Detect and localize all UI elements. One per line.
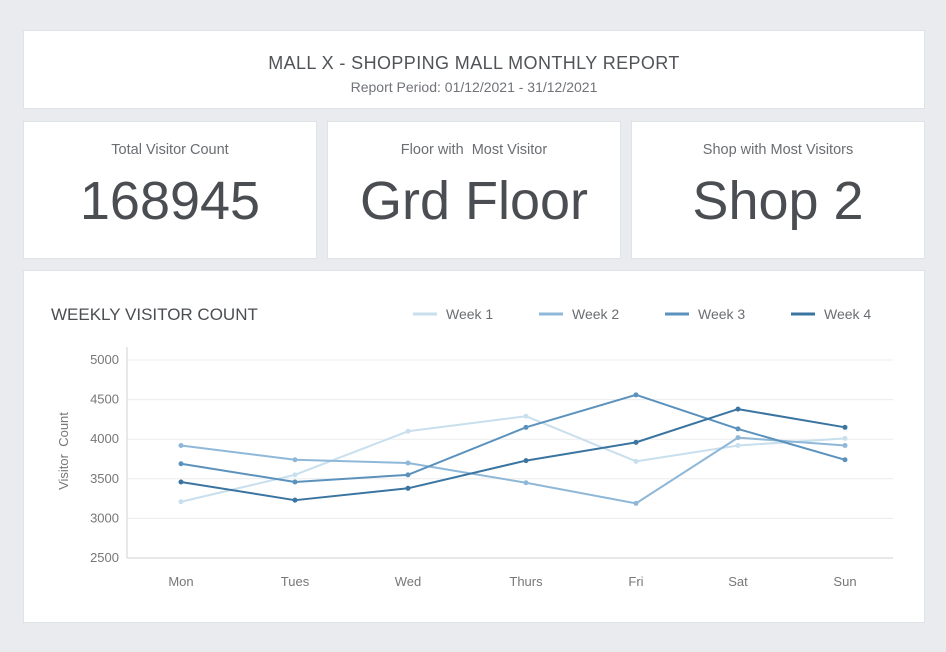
kpi-total-visitor-count: Total Visitor Count 168945 [23, 121, 317, 259]
data-point [405, 485, 411, 491]
kpi-label: Total Visitor Count [111, 142, 229, 158]
legend-label: Week 2 [572, 306, 619, 322]
data-point [178, 499, 184, 505]
data-point [735, 426, 741, 432]
y-tick-label: 5000 [90, 352, 119, 367]
data-point [292, 457, 298, 463]
data-point [633, 439, 639, 445]
data-point [633, 392, 639, 398]
x-tick-label: Sat [728, 574, 748, 589]
data-point [523, 413, 529, 419]
data-point [842, 435, 848, 441]
data-point [523, 458, 529, 464]
legend-label: Week 3 [698, 306, 745, 322]
data-point [292, 497, 298, 503]
data-point [292, 472, 298, 478]
kpi-value: 168945 [79, 171, 261, 231]
x-tick-label: Sun [833, 574, 856, 589]
x-tick-label: Tues [281, 574, 310, 589]
y-tick-label: 4500 [90, 392, 119, 407]
data-point [405, 472, 411, 478]
y-tick-label: 4000 [90, 431, 119, 446]
data-point [633, 500, 639, 506]
report-header: MALL X - SHOPPING MALL MONTHLY REPORT Re… [23, 30, 925, 109]
x-tick-label: Mon [168, 574, 193, 589]
weekly-visitor-chart-card: WEEKLY VISITOR COUNT 2500 3000 3500 4000 4500… [23, 270, 925, 623]
kpi-shop-most-visitors: Shop with Most Visitors Shop 2 [631, 121, 925, 259]
kpi-floor-most-visitor: Floor with Most Visitor Grd Floor [327, 121, 621, 259]
x-tick-label: Fri [628, 574, 643, 589]
data-point [405, 460, 411, 466]
kpi-value: Shop 2 [692, 171, 864, 231]
series-line [180, 408, 846, 502]
y-tick-label: 3500 [90, 471, 119, 486]
legend-label: Week 1 [446, 306, 493, 322]
kpi-label: Shop with Most Visitors [702, 142, 854, 158]
data-point [178, 443, 184, 449]
data-point [842, 457, 848, 463]
series-line [180, 415, 846, 503]
data-point [523, 480, 529, 486]
weekly-visitor-line-chart: WEEKLY VISITOR COUNT 2500 3000 3500 4000 4500… [51, 305, 893, 589]
data-point [735, 406, 741, 412]
data-point [735, 435, 741, 441]
x-tick-label: Wed [395, 574, 422, 589]
data-point [633, 458, 639, 464]
kpi-value: Grd Floor [359, 171, 589, 231]
legend-label: Week 4 [824, 306, 871, 322]
y-tick-label: 3000 [90, 510, 119, 525]
data-point [405, 428, 411, 434]
chart-title: WEEKLY VISITOR COUNT [51, 305, 258, 324]
data-point [735, 443, 741, 449]
x-tick-label: Thurs [509, 574, 543, 589]
data-point [178, 461, 184, 467]
y-tick-label: 2500 [90, 550, 119, 565]
report-period: Report Period: 01/12/2021 - 31/12/2021 [350, 79, 598, 95]
data-point [178, 479, 184, 485]
data-point [842, 424, 848, 430]
data-point [292, 479, 298, 485]
data-point [842, 443, 848, 449]
data-point [523, 424, 529, 430]
report-title: MALL X - SHOPPING MALL MONTHLY REPORT [268, 53, 680, 73]
series-line [180, 436, 846, 505]
kpi-label: Floor with Most Visitor [400, 142, 548, 158]
y-axis-label: Visitor Count [56, 412, 71, 490]
